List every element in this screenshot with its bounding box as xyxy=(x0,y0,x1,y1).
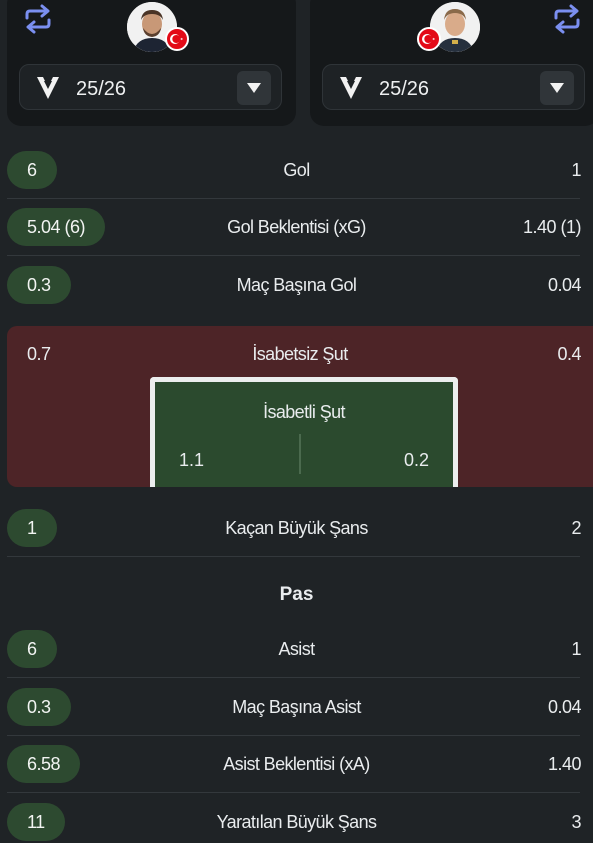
dropdown-button[interactable] xyxy=(540,71,574,105)
stat-label: Maç Başına Asist xyxy=(232,697,361,717)
season-label: 25/26 xyxy=(379,78,430,100)
stat-label: Gol Beklentisi (xG) xyxy=(227,217,366,237)
stat-right-value: 1.40 (1) xyxy=(522,217,582,237)
stat-row-big-chance-missed: 1 Kaçan Büyük Şans 2 xyxy=(0,500,593,557)
turkey-flag-icon xyxy=(417,27,441,51)
section-title-pass: Pas xyxy=(279,584,314,605)
caret-down-icon xyxy=(247,83,261,93)
stat-right-value: 0.04 xyxy=(547,275,582,295)
swap-icon[interactable] xyxy=(21,4,55,34)
off-target-label: İsabetsiz Şut xyxy=(252,344,348,364)
season-select-right[interactable]: 25/26 xyxy=(322,64,585,110)
divider xyxy=(7,255,580,256)
stat-label: Yaratılan Büyük Şans xyxy=(216,812,377,832)
swap-icon[interactable] xyxy=(550,4,584,34)
turkey-flag-icon xyxy=(165,27,189,51)
season-select-left[interactable]: 25/26 xyxy=(19,64,282,110)
shots-panel: 0.7 İsabetsiz Şut 0.4 İsabetli Şut 1.1 0… xyxy=(7,326,593,487)
on-target-left-value: 1.1 xyxy=(179,450,205,470)
stat-right-value: 3 xyxy=(571,812,581,832)
stat-row-assists-per-match: 0.3 Maç Başına Asist 0.04 xyxy=(0,679,593,736)
divider xyxy=(7,556,580,557)
stat-row-assists: 6 Asist 1 xyxy=(0,621,593,678)
season-label: 25/26 xyxy=(76,78,127,100)
off-target-right-value: 0.4 xyxy=(557,344,581,364)
league-logo-icon xyxy=(340,77,362,99)
stat-right-value: 1 xyxy=(571,639,581,659)
stat-label: Maç Başına Gol xyxy=(236,275,357,295)
on-target-right-value: 0.2 xyxy=(403,450,429,470)
stat-row-goals-per-match: 0.3 Maç Başına Gol 0.04 xyxy=(0,257,593,314)
stat-label: Kaçan Büyük Şans xyxy=(225,518,368,538)
stat-label: Asist Beklentisi (xA) xyxy=(223,754,370,774)
caret-down-icon xyxy=(550,83,564,93)
divider xyxy=(7,792,580,793)
stat-row-goals: 6 Gol 1 xyxy=(0,142,593,199)
stat-row-xg: 5.04 (6) Gol Beklentisi (xG) 1.40 (1) xyxy=(0,199,593,256)
goal-frame: İsabetli Şut 1.1 0.2 xyxy=(150,377,458,487)
player-card-left: 25/26 xyxy=(7,0,296,126)
on-target-label: İsabetli Şut xyxy=(263,402,345,422)
divider xyxy=(299,434,301,474)
stat-right-value: 1 xyxy=(571,160,581,180)
league-logo-icon xyxy=(37,77,59,99)
stat-right-value: 0.04 xyxy=(547,697,582,717)
stat-row-big-chances-created: 11 Yaratılan Büyük Şans 3 xyxy=(0,794,593,843)
stat-right-value: 2 xyxy=(571,518,581,538)
stat-right-value: 1.40 xyxy=(547,754,582,774)
dropdown-button[interactable] xyxy=(237,71,271,105)
divider xyxy=(7,677,580,678)
stat-label: Asist xyxy=(278,639,315,659)
stat-label: Gol xyxy=(283,160,310,180)
player-card-right: 25/26 xyxy=(310,0,593,126)
stat-row-xa: 6.58 Asist Beklentisi (xA) 1.40 xyxy=(0,736,593,793)
